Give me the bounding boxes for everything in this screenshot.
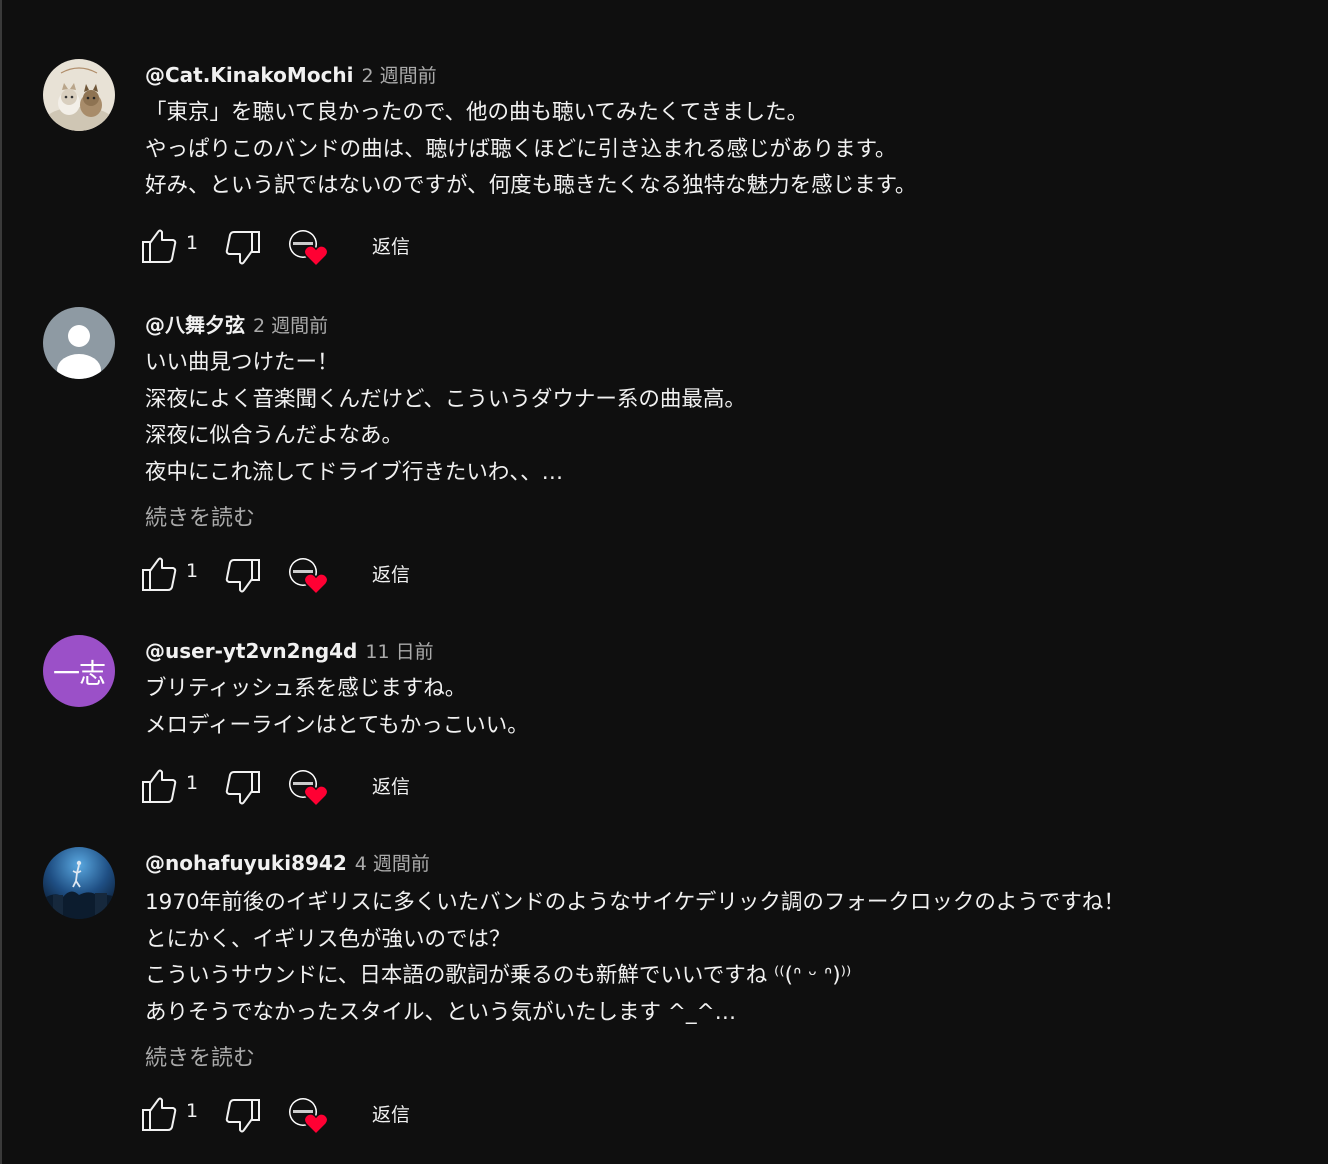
comment-time[interactable]: 2 週間前: [253, 311, 328, 338]
like-count: 1: [186, 772, 199, 794]
night-sky-photo-avatar: [43, 847, 115, 919]
creator-heart-icon: [289, 558, 329, 596]
comment-line: 「東京」を聴いて良かったので、他の曲も聴いてみたくてきました。: [145, 100, 809, 125]
dislike-button[interactable]: [224, 1094, 262, 1134]
like-button[interactable]: [140, 554, 178, 594]
comment-text: ブリティッシュ系を感じますね。 メロディーラインはとてもかっこいい。: [145, 671, 529, 744]
comment-header: @user-yt2vn2ng4d 11 日前: [145, 637, 434, 665]
thumbs-down-icon: [225, 1099, 260, 1133]
avatar-initials: 一志: [53, 658, 106, 690]
comment-time[interactable]: 2 週間前: [362, 61, 437, 88]
comment-text: いい曲見つけたー！ 深夜によく音楽聞くんだけど、こういうダウナー系の曲最高。 深…: [145, 345, 746, 491]
comment-line: やっぱりこのバンドの曲は、聴けば聴くほどに引き込まれる感じがあります。: [145, 136, 897, 162]
comment-line: 好み、という訳ではないのですが、何度も聴きたくなる独特な魅力を感じます。: [145, 173, 917, 198]
author-avatar[interactable]: 一志: [43, 635, 115, 707]
comment-time[interactable]: 4 週間前: [355, 849, 430, 876]
reply-button[interactable]: 返信: [372, 1100, 410, 1127]
author-name[interactable]: @nohafuyuki8942: [145, 851, 347, 875]
creator-heart-icon: [289, 770, 329, 808]
comment-line: メロディーラインはとてもかっこいい。: [145, 712, 529, 738]
thumbs-down-icon: [225, 771, 260, 805]
comment-text: 「東京」を聴いて良かったので、他の曲も聴いてみたくてきました。 やっぱりこのバン…: [145, 95, 916, 205]
author-avatar[interactable]: [43, 59, 115, 131]
author-name[interactable]: @Cat.KinakoMochi: [145, 63, 354, 87]
comment-line: 1970年前後のイギリスに多くいたバンドのようなサイケデリック調のフォークロック…: [145, 890, 1125, 915]
like-button[interactable]: [140, 766, 178, 806]
default-person-avatar: [43, 307, 115, 379]
like-button[interactable]: [140, 1094, 178, 1134]
comment-line: ブリティッシュ系を感じますね。: [145, 676, 467, 701]
dislike-button[interactable]: [224, 226, 262, 266]
dislike-button[interactable]: [224, 554, 262, 594]
comment-actions: 1 返信: [140, 1094, 440, 1136]
thumbs-up-icon: [142, 1097, 177, 1131]
comment-line: 深夜によく音楽聞くんだけど、こういうダウナー系の曲最高。: [145, 386, 746, 412]
like-count: 1: [186, 1100, 199, 1122]
comment-header: @Cat.KinakoMochi 2 週間前: [145, 61, 437, 89]
comment-line: ありそうでなかったスタイル、という気がいたします ^_^…: [145, 999, 737, 1025]
thumbs-up-icon: [142, 557, 177, 591]
thumbs-down-icon: [225, 231, 260, 265]
creator-heart-icon: [289, 1098, 329, 1136]
author-avatar[interactable]: [43, 307, 115, 379]
reply-button[interactable]: 返信: [372, 560, 410, 587]
author-avatar[interactable]: [43, 847, 115, 919]
comment-text: 1970年前後のイギリスに多くいたバンドのようなサイケデリック調のフォークロック…: [145, 885, 1125, 1031]
thumbs-up-icon: [142, 229, 177, 263]
read-more-link[interactable]: 続きを読む: [145, 500, 255, 532]
thumbs-down-icon: [225, 559, 260, 593]
reply-button[interactable]: 返信: [372, 232, 410, 259]
creator-heart-icon: [289, 230, 329, 268]
comment-line: いい曲見つけたー！: [145, 350, 339, 375]
author-name[interactable]: @八舞夕弦: [145, 309, 245, 338]
comment-line: とにかく、イギリス色が強いのでは？: [145, 926, 511, 952]
left-border: [0, 0, 2, 1164]
thumbs-up-icon: [142, 769, 177, 803]
reply-button[interactable]: 返信: [372, 772, 410, 799]
like-count: 1: [186, 232, 199, 254]
creator-heart-badge: [288, 768, 332, 808]
comment-actions: 1 返信: [140, 554, 440, 596]
like-button[interactable]: [140, 226, 178, 266]
like-count: 1: [186, 560, 199, 582]
comment-time[interactable]: 11 日前: [365, 637, 433, 664]
comment-header: @nohafuyuki8942 4 週間前: [145, 849, 430, 877]
creator-heart-badge: [288, 228, 332, 268]
comment-line: 深夜に似合うんだよなあ。: [145, 423, 404, 448]
dislike-button[interactable]: [224, 766, 262, 806]
author-name[interactable]: @user-yt2vn2ng4d: [145, 639, 357, 663]
comment-header: @八舞夕弦 2 週間前: [145, 309, 328, 337]
comment-actions: 1 返信: [140, 226, 440, 268]
comment-line: 夜中にこれ流してドライブ行きたいわ、、…: [145, 459, 564, 485]
cats-photo-avatar: [43, 59, 115, 131]
comment-actions: 1 返信: [140, 766, 440, 808]
creator-heart-badge: [288, 556, 332, 596]
creator-heart-badge: [288, 1096, 332, 1136]
comment-line: こういうサウンドに、日本語の歌詞が乗るのも新鮮でいいですね ⁽⁽(ᐢ ᵕ ᐢ)⁾…: [145, 963, 852, 988]
read-more-link[interactable]: 続きを読む: [145, 1040, 255, 1072]
